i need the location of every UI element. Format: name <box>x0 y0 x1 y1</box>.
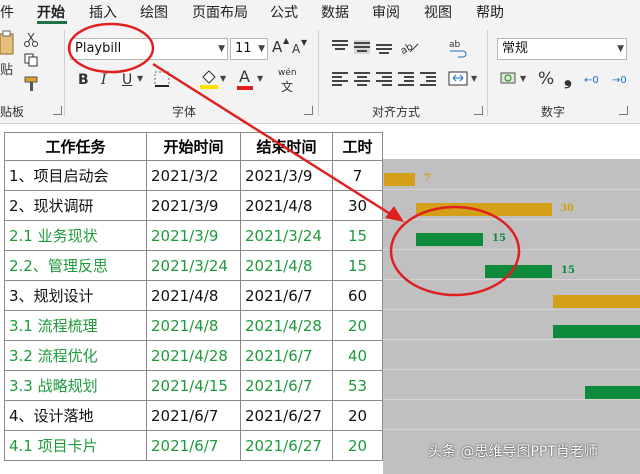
watermark: 头条 @思维导图PPT肖老师 <box>428 444 598 460</box>
annotation-overlay <box>67 22 521 297</box>
annotation-arrow-line <box>152 62 393 217</box>
annotation-arrow-head <box>385 206 404 222</box>
annotation-circle-font <box>67 22 155 74</box>
annotation-circle-labels <box>389 205 521 297</box>
